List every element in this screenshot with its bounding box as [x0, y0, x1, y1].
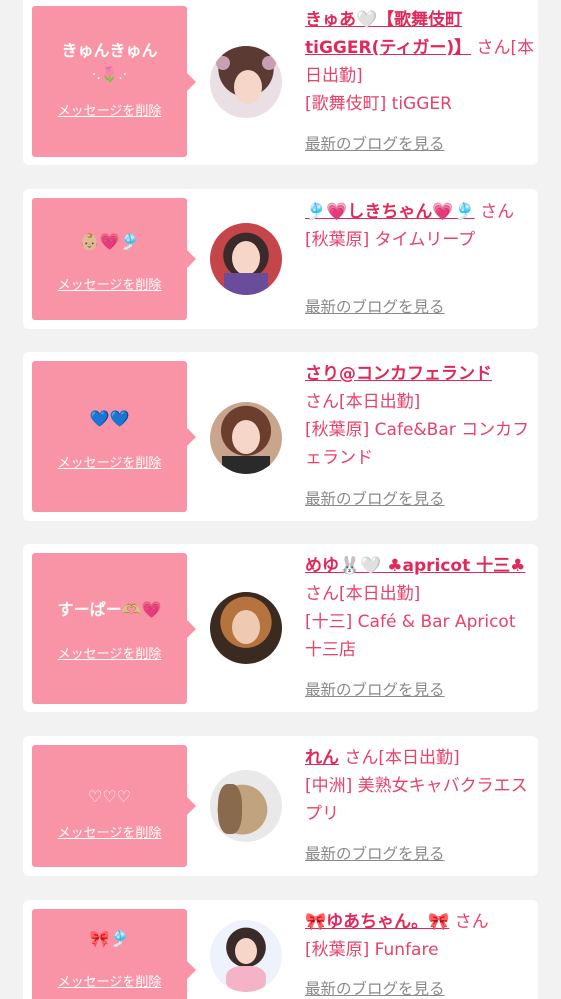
delete-message-link[interactable]: メッセージを削除 — [32, 825, 187, 843]
message-bubble: 👶🏼💗🎐 メッセージを削除 — [32, 198, 196, 320]
delete-message-link[interactable]: メッセージを削除 — [32, 974, 187, 992]
honorific: さん — [476, 38, 511, 58]
store-name: [歌舞伎町] tiGGER — [305, 94, 452, 114]
delete-message-link[interactable]: メッセージを削除 — [32, 455, 187, 473]
latest-blog-link[interactable]: 最新のブログを見る — [305, 843, 445, 865]
honorific: さん — [454, 912, 489, 932]
attendance-status: [本日出勤] — [339, 392, 421, 412]
avatar[interactable] — [210, 920, 282, 992]
message-card: ♡♡♡ メッセージを削除 れん さん[本日出勤] [中洲] 美熟女キャバクラエス… — [23, 736, 538, 876]
message-info: 🎐💗しきちゃん💗🎐 さん [秋葉原] タイムリープ — [305, 198, 535, 254]
latest-blog-link[interactable]: 最新のブログを見る — [305, 679, 445, 701]
message-bubble: 💙💙 メッセージを削除 — [32, 361, 196, 512]
latest-blog-link[interactable]: 最新のブログを見る — [305, 488, 445, 510]
latest-blog-link[interactable]: 最新のブログを見る — [305, 133, 445, 155]
message-text: 🎀🎐 — [89, 929, 130, 948]
store-name: [中洲] 美熟女キャバクラエスプリ — [305, 776, 528, 824]
avatar[interactable] — [210, 592, 282, 664]
message-text: ♡♡♡ — [87, 787, 132, 806]
message-bubble: きゅんきゅん ·.🌷.· メッセージを削除 — [32, 6, 196, 157]
latest-blog-link[interactable]: 最新のブログを見る — [305, 296, 445, 318]
delete-message-link[interactable]: メッセージを削除 — [32, 103, 187, 121]
sender-name-link[interactable]: さり@コンカフェランド — [305, 364, 492, 384]
message-info: きゅあ🤍【歌舞伎町tiGGER(ティガー)】 さん[本日出勤] [歌舞伎町] t… — [305, 6, 535, 118]
message-info: れん さん[本日出勤] [中洲] 美熟女キャバクラエスプリ — [305, 744, 535, 828]
message-card: きゅんきゅん ·.🌷.· メッセージを削除 きゅあ🤍【歌舞伎町tiGGER(ティ… — [23, 0, 538, 165]
sender-name-link[interactable]: 🎀ゆあちゃん。🎀 — [305, 912, 449, 932]
avatar[interactable] — [210, 223, 282, 295]
message-text: すーぱー🫶🏼💗 — [57, 600, 162, 619]
honorific: さん — [305, 584, 339, 604]
delete-message-link[interactable]: メッセージを削除 — [32, 277, 187, 295]
message-text: きゅんきゅん — [61, 41, 158, 60]
latest-blog-link[interactable]: 最新のブログを見る — [305, 978, 445, 999]
message-info: さり@コンカフェランド さん[本日出勤] [秋葉原] Cafe&Bar コンカフ… — [305, 360, 535, 472]
delete-message-link[interactable]: メッセージを削除 — [32, 646, 187, 664]
message-info: めゆ🐰🤍 ♣apricot 十三♣ さん[本日出勤] [十三] Café & B… — [305, 552, 535, 664]
message-card: すーぱー🫶🏼💗 メッセージを削除 めゆ🐰🤍 ♣apricot 十三♣ さん[本日… — [23, 544, 538, 712]
sender-name-link[interactable]: きゅあ🤍【歌舞伎町tiGGER(ティガー)】 — [305, 10, 471, 58]
honorific: さん — [305, 392, 339, 412]
message-emoji: ·.🌷.· — [91, 67, 128, 83]
message-bubble: 🎀🎐 メッセージを削除 — [32, 909, 196, 999]
store-name: [秋葉原] タイムリープ — [305, 230, 476, 250]
message-card: 🎀🎐 メッセージを削除 🎀ゆあちゃん。🎀 さん [秋葉原] Funfare 最新… — [23, 900, 538, 999]
store-name: [十三] Café & Bar Apricot 十三店 — [305, 612, 516, 660]
message-bubble: すーぱー🫶🏼💗 メッセージを削除 — [32, 553, 196, 704]
honorific: さん — [344, 748, 379, 768]
message-text: 👶🏼💗🎐 — [79, 232, 140, 251]
message-card: 👶🏼💗🎐 メッセージを削除 🎐💗しきちゃん💗🎐 さん [秋葉原] タイムリープ … — [23, 189, 538, 329]
avatar[interactable] — [210, 770, 282, 842]
sender-name-link[interactable]: めゆ🐰🤍 ♣apricot 十三♣ — [305, 556, 525, 576]
store-name: [秋葉原] Cafe&Bar コンカフェランド — [305, 420, 530, 468]
message-info: 🎀ゆあちゃん。🎀 さん [秋葉原] Funfare — [305, 908, 535, 964]
avatar[interactable] — [210, 402, 282, 474]
message-card: 💙💙 メッセージを削除 さり@コンカフェランド さん[本日出勤] [秋葉原] C… — [23, 352, 538, 521]
attendance-status: [本日出勤] — [378, 748, 460, 768]
message-bubble: ♡♡♡ メッセージを削除 — [32, 745, 196, 867]
sender-name-link[interactable]: 🎐💗しきちゃん💗🎐 — [305, 202, 475, 222]
sender-name-link[interactable]: れん — [305, 748, 339, 768]
honorific: さん — [480, 202, 515, 222]
message-text: 💙💙 — [89, 409, 130, 428]
avatar[interactable] — [210, 46, 282, 118]
attendance-status: [本日出勤] — [339, 584, 421, 604]
store-name: [秋葉原] Funfare — [305, 940, 439, 960]
